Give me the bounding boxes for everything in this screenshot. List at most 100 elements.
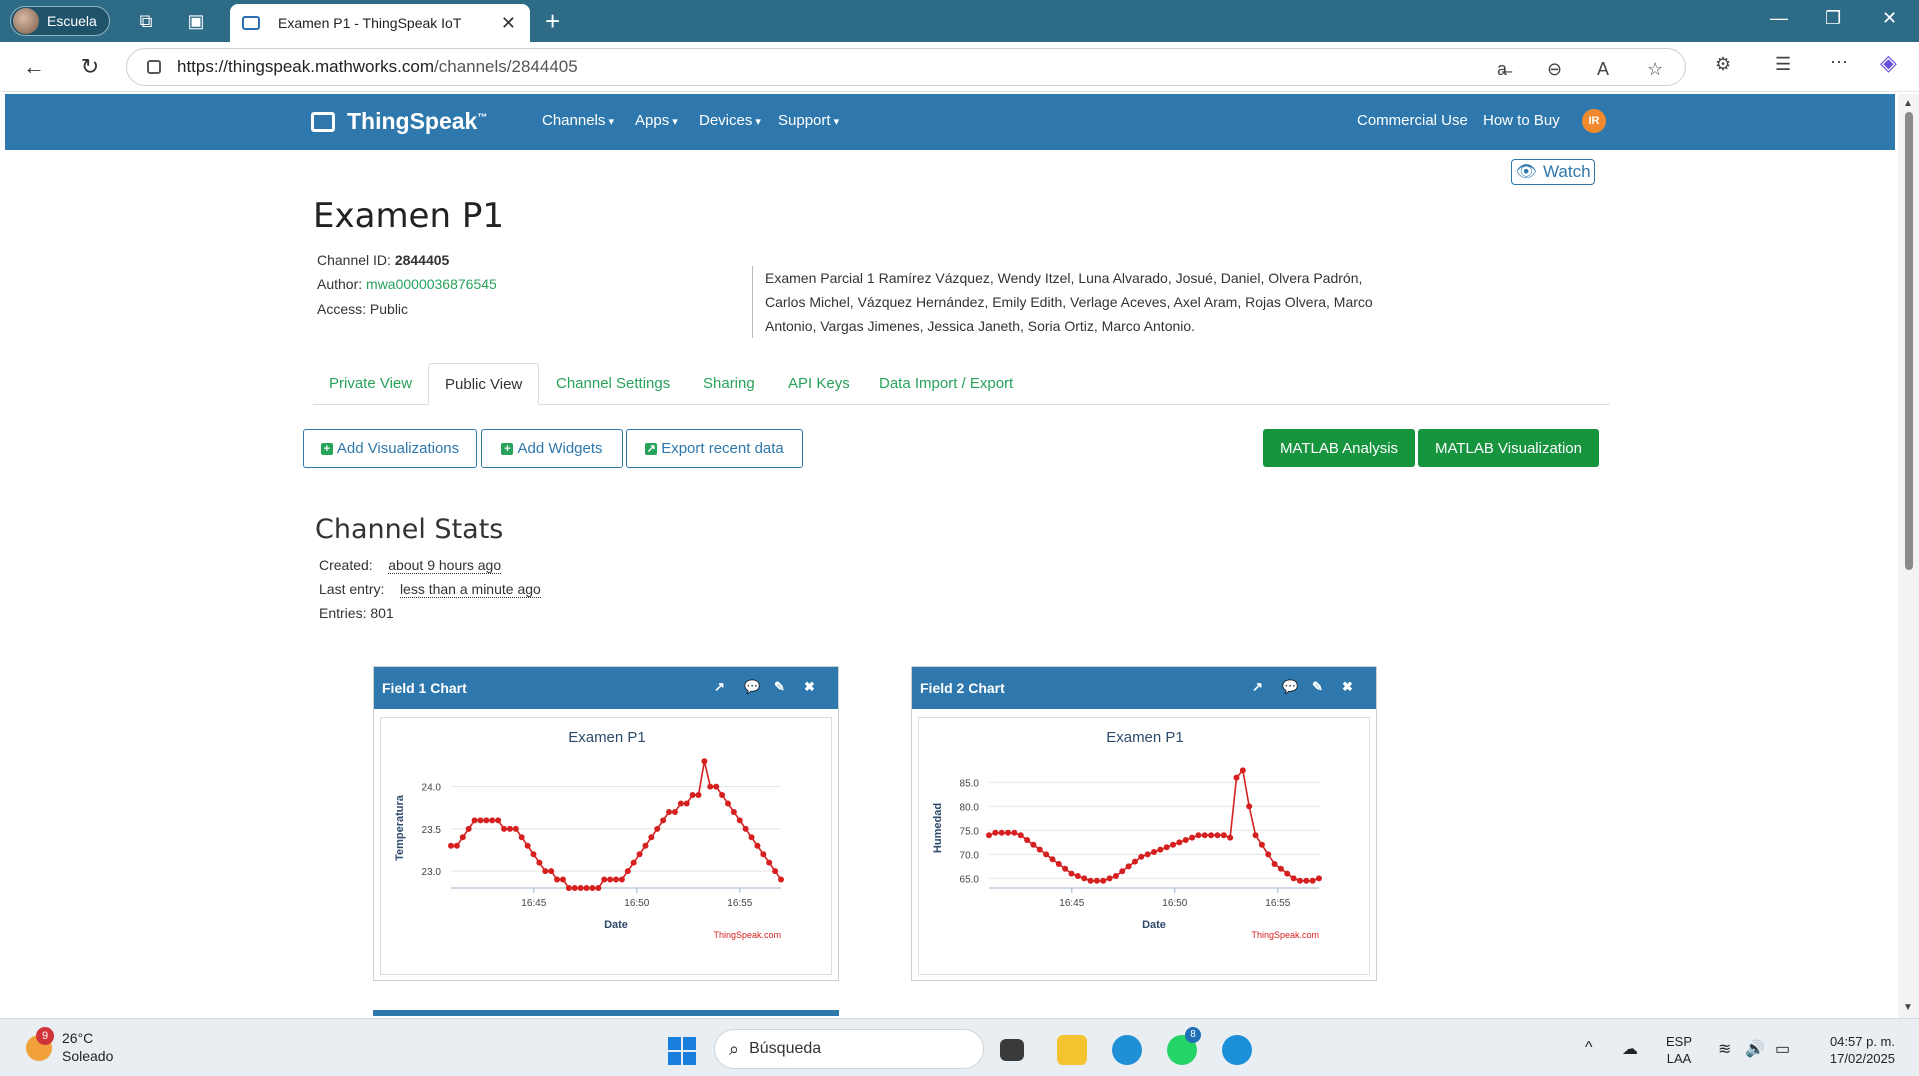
read-aloud-icon[interactable]: A [1597,59,1609,80]
weather-badge: 9 [36,1027,54,1045]
language-indicator[interactable]: ESP LAA [1666,1033,1692,1067]
data-point [601,876,608,883]
tab-data-import-export[interactable]: Data Import / Export [863,363,1029,405]
tab-channel-settings[interactable]: Channel Settings [540,363,686,405]
how-to-buy-link[interactable]: How to Buy [1483,112,1560,129]
volume-icon[interactable]: 🔊 [1745,1039,1765,1059]
last-entry-value: less than a minute ago [399,581,541,598]
y-tick-label: 23.5 [422,825,442,836]
data-point [677,800,684,807]
profile-button[interactable]: Escuela [10,6,110,36]
browser-tab-active[interactable]: Examen P1 - ThingSpeak IoT ✕ [230,4,530,42]
data-point [483,817,490,824]
tab-actions-icon[interactable]: ▣ [184,9,208,33]
tab-private-view[interactable]: Private View [313,363,428,405]
data-point [695,792,702,799]
menu-channels[interactable]: Channels [542,112,614,129]
refresh-icon[interactable]: ↻ [76,54,104,80]
clock[interactable]: 04:57 p. m. 17/02/2025 [1810,1033,1895,1067]
data-point [453,842,460,849]
show-hidden-icons-icon[interactable]: ^ [1585,1039,1593,1057]
copilot-icon[interactable]: ◈ [1880,50,1897,76]
export-recent-data-button[interactable]: ↗ Export recent data [626,429,803,468]
data-point [1220,832,1227,839]
weather-widget[interactable]: 9 26°C Soleado [26,1027,114,1065]
menu-devices[interactable]: Devices [699,112,761,129]
file-explorer-icon[interactable] [1057,1035,1087,1065]
close-window-icon[interactable]: ✕ [1882,8,1897,29]
tab-api-keys[interactable]: API Keys [772,363,866,405]
edge-beta-icon[interactable] [1112,1035,1142,1065]
browser-tab-bar: Escuela ⧉ ▣ Examen P1 - ThingSpeak IoT ✕… [0,0,1919,42]
add-widgets-button[interactable]: + Add Widgets [481,429,623,468]
url-text[interactable]: https://thingspeak.mathworks.com/channel… [177,57,578,77]
edit-pencil-icon[interactable]: ✎ [774,679,785,695]
close-tab-icon[interactable]: ✕ [501,13,516,34]
scroll-down-icon[interactable]: ▼ [1903,1002,1913,1013]
favorite-star-icon[interactable]: ☆ [1647,59,1663,80]
data-point [1303,877,1310,884]
y-axis-label: Humedad [932,803,944,853]
taskbar-search[interactable]: ⌕ Búsqueda [714,1029,984,1069]
battery-icon[interactable]: ▭ [1775,1039,1790,1059]
matlab-visualization-button[interactable]: MATLAB Visualization [1418,429,1599,467]
x-axis-label: Date [604,919,628,931]
data-point [495,817,502,824]
page-scrollbar[interactable]: ▲ ▼ [1898,94,1919,1018]
new-tab-button[interactable]: + [545,6,560,36]
extensions-icon[interactable]: ⚙ [1715,54,1731,75]
back-icon[interactable]: ← [20,54,48,80]
wifi-icon[interactable]: ≋ [1718,1039,1731,1059]
channel-stats-heading: Channel Stats [315,514,504,545]
workspaces-icon[interactable]: ⧉ [134,9,158,33]
onedrive-icon[interactable]: ☁ [1622,1039,1638,1059]
watch-button[interactable]: 👁 Watch [1511,159,1595,185]
data-point [613,876,619,883]
user-avatar[interactable]: IR [1582,109,1606,133]
scroll-up-icon[interactable]: ▲ [1903,98,1913,109]
edit-pencil-icon[interactable]: ✎ [1312,679,1323,695]
widget-title: Field 2 Chart [920,680,1005,696]
data-point [1055,861,1062,867]
close-widget-icon[interactable]: ✖ [804,679,815,695]
windows-start-icon[interactable] [668,1037,696,1065]
data-point [654,825,661,832]
whatsapp-icon[interactable]: 8 [1167,1027,1201,1065]
tab-sharing[interactable]: Sharing [687,363,771,405]
thingspeak-logo[interactable]: ThingSpeak™ [311,108,487,135]
lock-icon[interactable] [147,60,161,74]
favorites-icon[interactable]: ☰ [1775,54,1791,75]
comment-icon[interactable]: 💬 [1282,679,1298,695]
translate-icon[interactable]: a̶ [1497,59,1507,80]
access-value: Public [369,301,409,317]
tab-public-view[interactable]: Public View [428,363,540,405]
zoom-out-icon[interactable]: ⊖ [1547,59,1562,80]
commercial-use-link[interactable]: Commercial Use [1357,112,1468,129]
task-view-icon[interactable] [1000,1039,1024,1061]
open-new-window-icon[interactable]: ↗ [1252,679,1263,695]
weather-condition: Soleado [62,1048,114,1064]
data-point [1036,846,1043,853]
edge-icon[interactable] [1222,1035,1252,1065]
author-link[interactable]: mwa0000036876545 [366,276,497,292]
more-menu-icon[interactable]: ⋯ [1830,52,1848,73]
data-point [1081,875,1088,882]
menu-apps[interactable]: Apps [635,112,678,129]
comment-icon[interactable]: 💬 [744,679,760,695]
open-new-window-icon[interactable]: ↗ [714,679,725,695]
add-visualizations-button[interactable]: + Add Visualizations [303,429,477,468]
clock-date: 17/02/2025 [1829,1051,1895,1066]
scrollbar-thumb[interactable] [1905,112,1913,570]
data-point [1170,841,1177,848]
matlab-analysis-button[interactable]: MATLAB Analysis [1263,429,1415,467]
address-bar[interactable]: https://thingspeak.mathworks.com/channel… [126,48,1686,86]
menu-support[interactable]: Support [778,112,839,129]
data-point [1030,841,1037,848]
plus-icon: + [320,442,333,455]
data-point [648,834,655,841]
data-point [465,825,472,832]
data-point [766,859,773,866]
minimize-icon[interactable]: — [1770,8,1788,29]
close-widget-icon[interactable]: ✖ [1342,679,1353,695]
restore-icon[interactable]: ❐ [1825,8,1841,29]
